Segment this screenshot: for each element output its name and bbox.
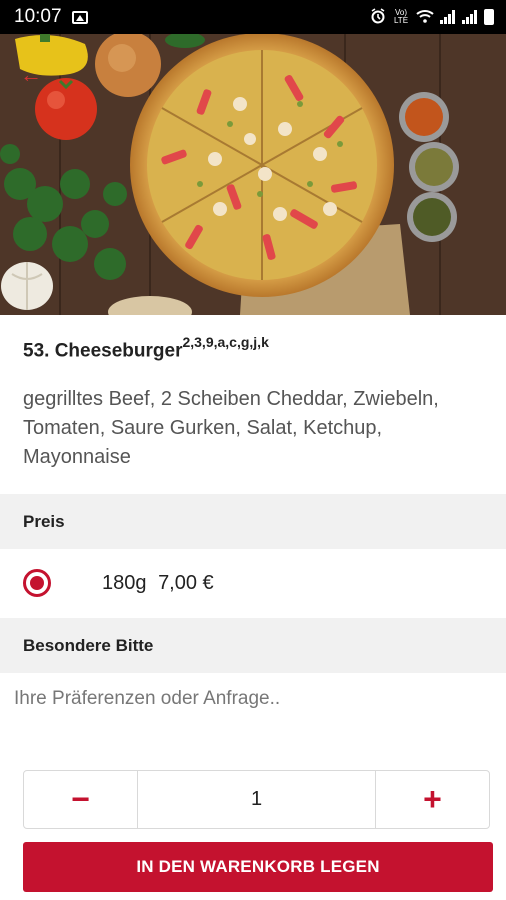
price-section-header: Preis — [0, 494, 506, 549]
image-icon — [71, 10, 88, 24]
special-request-input[interactable] — [14, 688, 484, 710]
signal-icon-2 — [462, 10, 478, 24]
back-arrow-icon[interactable]: ← — [20, 62, 42, 88]
allergen-codes: 2,3,9,a,c,g,j,k — [182, 334, 269, 350]
price-option[interactable]: 180g 7,00 € — [0, 550, 506, 618]
price-size: 180g — [102, 572, 147, 594]
quantity-stepper: − 1 + — [23, 770, 490, 829]
price-section-label: Preis — [23, 511, 65, 531]
add-to-cart-button[interactable]: IN DEN WARENKORB LEGEN — [23, 842, 493, 892]
radio-selected-dot — [30, 576, 44, 590]
item-image: ← — [0, 34, 506, 315]
request-section-header: Besondere Bitte — [0, 618, 506, 673]
price-amount: 7,00 € — [158, 572, 214, 594]
item-description: gegrilltes Beef, 2 Scheiben Cheddar, Zwi… — [23, 388, 439, 468]
price-option-text: 180g 7,00 € — [102, 572, 214, 595]
quantity-value: 1 — [250, 788, 263, 810]
alarm-icon — [370, 7, 386, 27]
item-title: 53. Cheeseburger2,3,9,a,c,g,j,k — [23, 334, 269, 362]
decrease-quantity-button[interactable]: − — [24, 771, 138, 828]
wifi-icon — [416, 9, 434, 26]
item-name: 53. Cheeseburger — [23, 340, 183, 362]
increase-quantity-button[interactable]: + — [375, 771, 489, 828]
status-time: 10:07 — [14, 6, 62, 27]
volte-label: Vo) LTE — [393, 8, 409, 25]
battery-icon — [484, 9, 494, 25]
status-bar: 10:07 Vo) LTE — [0, 0, 506, 34]
signal-icon — [440, 10, 456, 24]
request-section-label: Besondere Bitte — [23, 635, 154, 655]
price-radio[interactable] — [23, 569, 51, 597]
status-icons: Vo) LTE — [370, 7, 494, 27]
